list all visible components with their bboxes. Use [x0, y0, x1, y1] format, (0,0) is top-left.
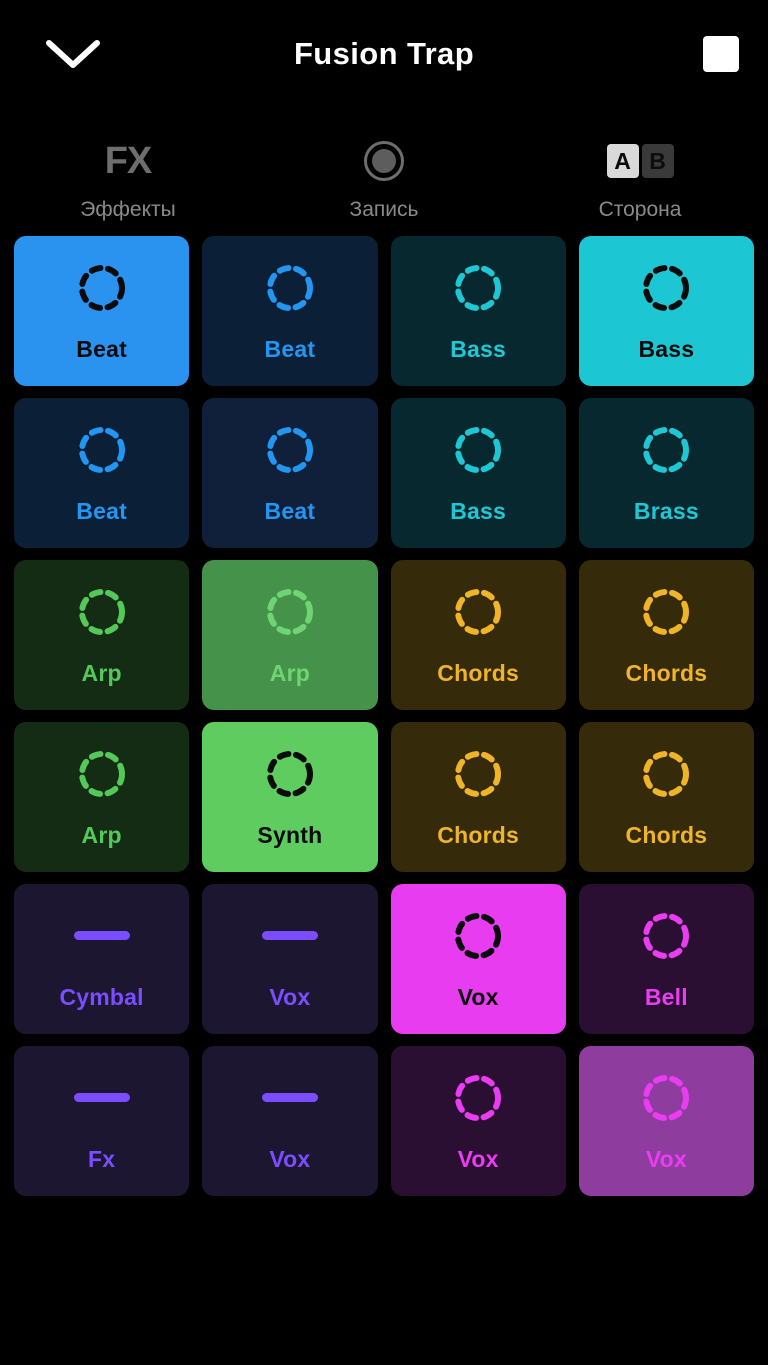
pad-vox-18[interactable]: Vox	[390, 884, 566, 1034]
dashed-circle-icon	[450, 746, 506, 802]
pad-label: Cymbal	[59, 983, 144, 1010]
pad-label: Vox	[269, 1145, 311, 1172]
dash-bar-icon	[73, 908, 130, 964]
dash-bar-shape	[261, 931, 318, 940]
pad-beat-0[interactable]: Beat	[14, 236, 190, 386]
pad-label: Vox	[457, 1145, 499, 1172]
app-header: Fusion Trap	[0, 0, 768, 108]
pad-bass-2[interactable]: Bass	[390, 236, 566, 386]
dashed-circle-icon	[638, 1070, 694, 1126]
pad-label: Chords	[437, 821, 519, 848]
pad-label: Arp	[81, 821, 122, 848]
dash-bar-icon	[261, 1070, 318, 1126]
dashed-circle-icon	[450, 1070, 506, 1126]
tool-record-label: Запись	[349, 198, 419, 221]
pad-label: Synth	[257, 821, 323, 848]
pad-label: Arp	[81, 659, 122, 686]
pad-label: Beat	[76, 335, 127, 362]
pad-label: Arp	[269, 659, 310, 686]
dashed-circle-icon	[262, 746, 318, 802]
tool-effects[interactable]: FX Эффекты	[0, 138, 256, 222]
dash-bar-shape	[73, 931, 130, 940]
pad-label: Fx	[88, 1145, 116, 1172]
dashed-circle-icon	[638, 584, 694, 640]
pad-beat-5[interactable]: Beat	[202, 398, 378, 548]
pad-chords-14[interactable]: Chords	[390, 722, 566, 872]
tool-side[interactable]: A B Сторона	[512, 138, 768, 222]
pad-label: Bass	[450, 335, 507, 362]
pad-synth-13[interactable]: Synth	[202, 722, 378, 872]
pad-chords-11[interactable]: Chords	[578, 560, 754, 710]
pad-vox-21[interactable]: Vox	[202, 1046, 378, 1196]
dashed-circle-icon	[638, 260, 694, 316]
dashed-circle-icon	[74, 422, 130, 478]
dashed-circle-icon	[74, 746, 130, 802]
dashed-circle-icon	[638, 908, 694, 964]
dashed-circle-icon	[450, 422, 506, 478]
pad-label: Brass	[633, 497, 699, 524]
side-b-chip[interactable]: B	[641, 144, 674, 178]
pad-fx-20[interactable]: Fx	[14, 1046, 190, 1196]
pad-label: Chords	[625, 659, 708, 686]
pad-label: Bell	[644, 983, 688, 1010]
pad-arp-12[interactable]: Arp	[14, 722, 190, 872]
record-icon-wrap	[364, 138, 404, 184]
pad-label: Beat	[264, 335, 316, 362]
pad-vox-17[interactable]: Vox	[202, 884, 378, 1034]
dashed-circle-icon	[262, 260, 318, 316]
pad-grid: Beat Beat Bass Bass Beat Beat Bass Brass Arp Arp C…	[0, 236, 768, 1196]
dashed-circle-icon	[262, 422, 318, 478]
pad-bass-6[interactable]: Bass	[390, 398, 566, 548]
ab-toggle-group[interactable]: A B	[606, 144, 674, 178]
page-title: Fusion Trap	[293, 36, 475, 71]
pad-label: Bass	[638, 335, 695, 362]
dashed-circle-icon	[262, 584, 318, 640]
pad-chords-15[interactable]: Chords	[578, 722, 754, 872]
dashed-circle-icon	[638, 746, 694, 802]
dashed-circle-icon	[74, 260, 130, 316]
pad-beat-4[interactable]: Beat	[14, 398, 190, 548]
pad-label: Beat	[76, 497, 127, 524]
dash-bar-icon	[261, 908, 318, 964]
pad-brass-7[interactable]: Brass	[578, 398, 754, 548]
pad-label: Beat	[264, 497, 316, 524]
transport-toolbar: FX Эффекты Запись A B Сторона	[0, 108, 768, 236]
pad-vox-22[interactable]: Vox	[390, 1046, 566, 1196]
pad-label: Bass	[450, 497, 507, 524]
dashed-circle-icon	[450, 908, 506, 964]
launchpad-screen: Fusion Trap FX Эффекты Запись A B Сторон…	[0, 0, 768, 1196]
dashed-circle-icon	[74, 584, 130, 640]
pad-label: Vox	[645, 1145, 687, 1172]
ab-side-toggle[interactable]: A B	[606, 138, 674, 184]
pad-label: Vox	[457, 983, 499, 1010]
record-icon	[364, 141, 404, 181]
dash-bar-shape	[261, 1093, 318, 1102]
pad-arp-9[interactable]: Arp	[202, 560, 378, 710]
dash-bar-shape	[73, 1093, 130, 1102]
pad-bell-19[interactable]: Bell	[578, 884, 754, 1034]
dashed-circle-icon	[638, 422, 694, 478]
dash-bar-icon	[73, 1070, 130, 1126]
pad-bass-3[interactable]: Bass	[578, 236, 754, 386]
fx-icon-label: FX	[104, 140, 153, 182]
tool-record[interactable]: Запись	[256, 138, 512, 222]
stop-square-icon[interactable]	[703, 36, 739, 72]
pad-label: Chords	[625, 821, 708, 848]
pad-beat-1[interactable]: Beat	[202, 236, 378, 386]
pad-cymbal-16[interactable]: Cymbal	[14, 884, 190, 1034]
chevron-down-icon[interactable]	[36, 28, 110, 80]
pad-label: Chords	[437, 659, 519, 686]
pad-vox-23[interactable]: Vox	[578, 1046, 754, 1196]
pad-arp-8[interactable]: Arp	[14, 560, 190, 710]
fx-icon: FX	[104, 138, 153, 184]
pad-label: Vox	[269, 983, 311, 1010]
side-a-chip[interactable]: A	[606, 144, 639, 178]
pad-chords-10[interactable]: Chords	[390, 560, 566, 710]
dashed-circle-icon	[450, 260, 506, 316]
tool-effects-label: Эффекты	[80, 198, 176, 221]
tool-side-label: Сторона	[598, 198, 682, 221]
dashed-circle-icon	[450, 584, 506, 640]
